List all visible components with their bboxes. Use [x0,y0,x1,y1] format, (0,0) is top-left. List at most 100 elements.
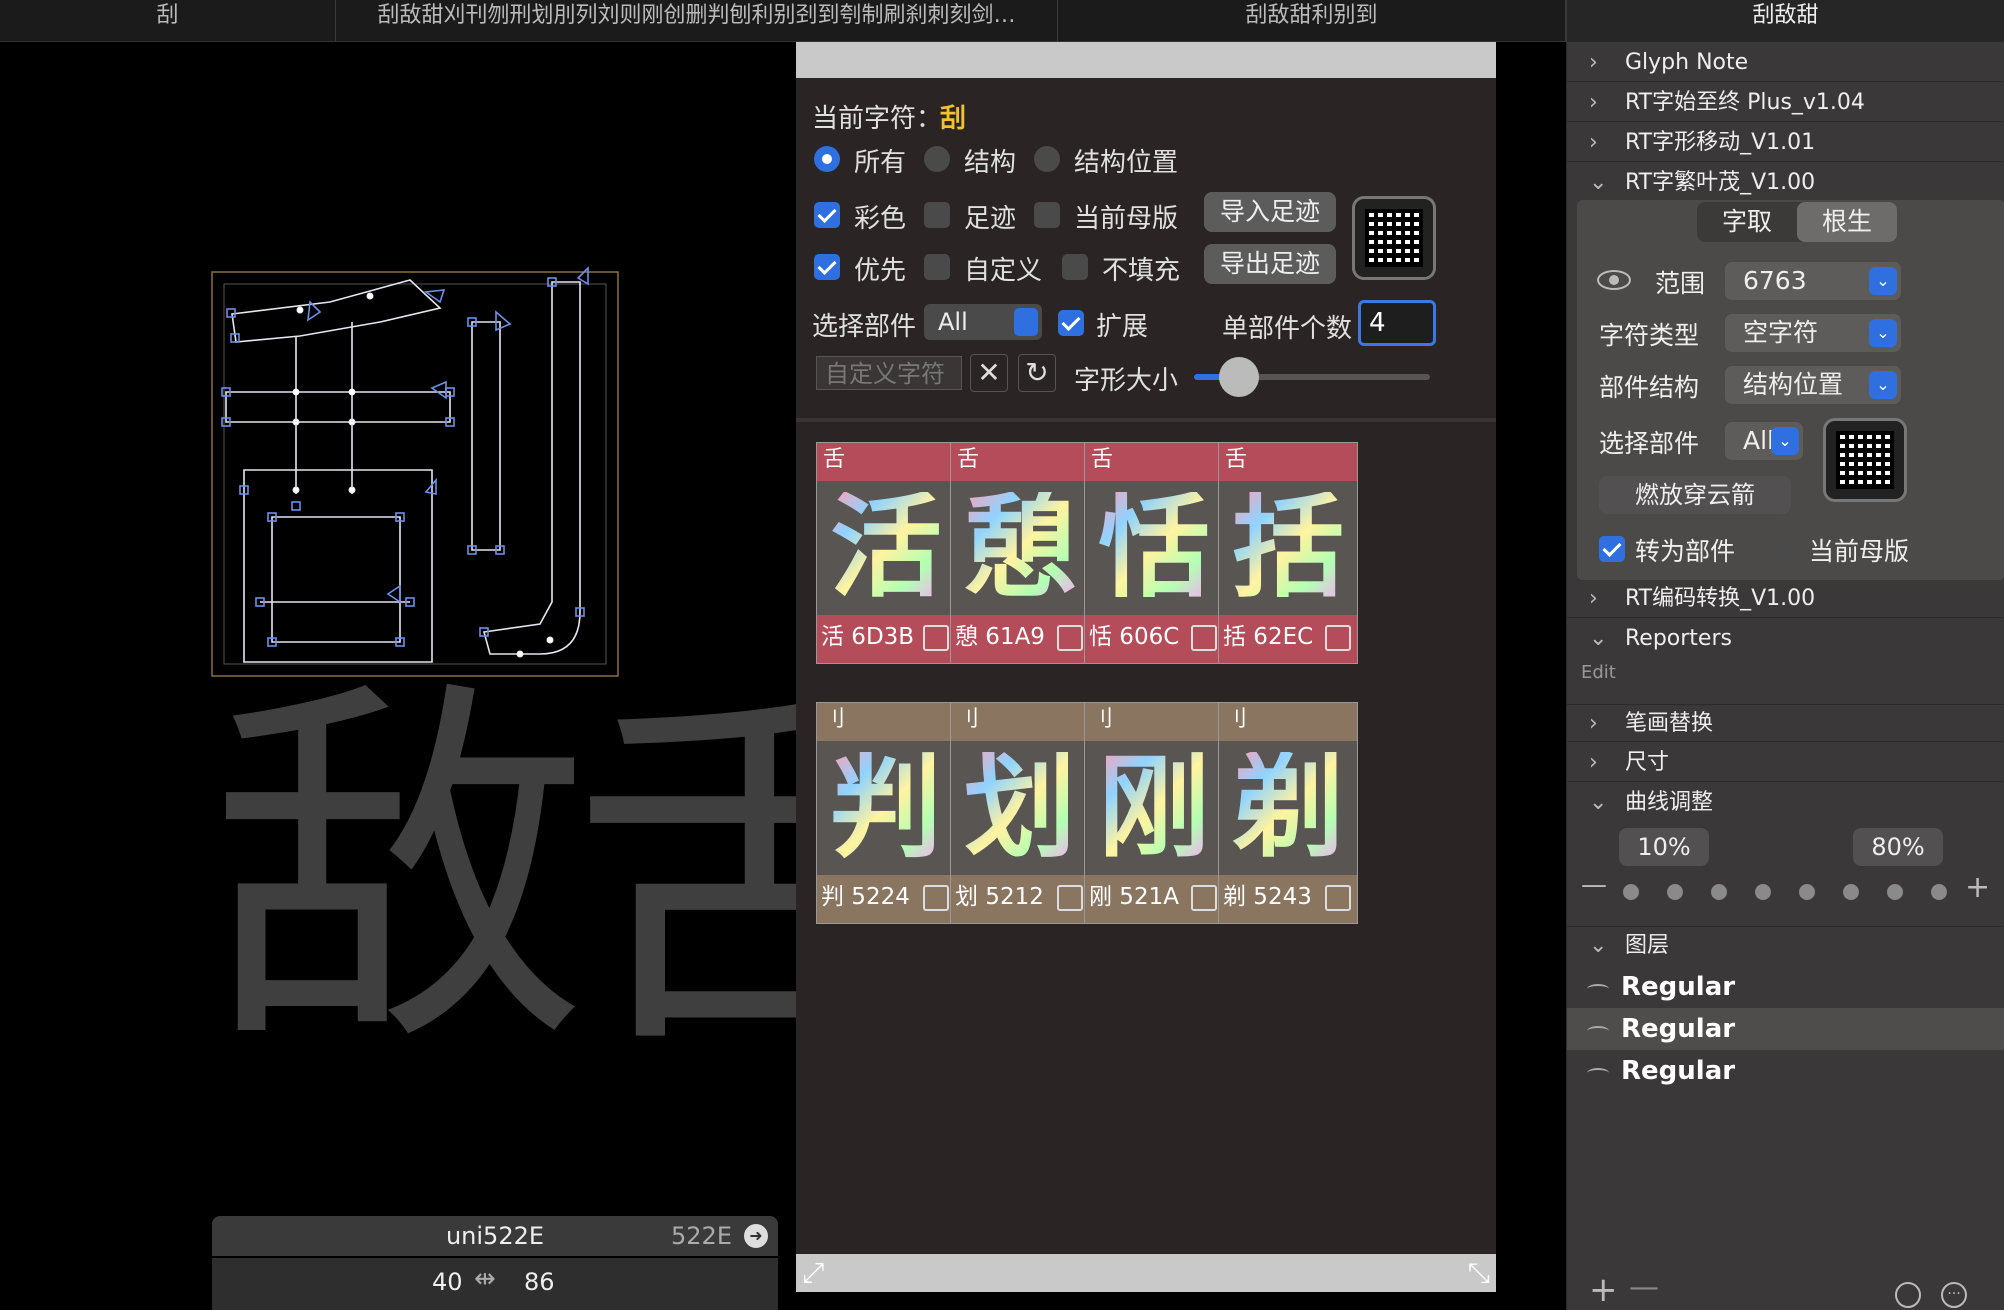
to-part-checkbox[interactable] [1599,536,1625,562]
unicode-field[interactable]: 522E [671,1222,732,1250]
custom-checkbox[interactable] [924,254,950,280]
chevron-right-icon: › [1589,711,1598,736]
reporters-section[interactable]: ⌄ Reporters [1567,620,2004,658]
curve-step-dot[interactable] [1843,884,1859,900]
glyph-outline-editor[interactable] [200,262,640,682]
eye-closed-icon[interactable] [1587,1068,1609,1078]
section-label: 笔画替换 [1625,711,1714,736]
chartype-label: 字符类型 [1599,321,1700,350]
result-card[interactable]: 舌憩憩 61A9 [950,442,1090,664]
resize-right-icon[interactable]: ⤡ [1468,1256,1490,1290]
fire-button[interactable]: 燃放穿云箭 [1599,476,1791,514]
size-section[interactable]: › 尺寸 [1567,744,2004,782]
radio-all[interactable] [814,146,840,172]
layer-row[interactable]: Regular [1567,1050,2004,1092]
tab-gensheng[interactable]: 根生 [1797,202,1897,242]
curve-step-dot[interactable] [1755,884,1771,900]
plugin-rt-start-end[interactable]: › RT字始至终 Plus_v1.04 [1567,84,2004,122]
result-card[interactable]: 刂剃剃 5243 [1218,702,1358,924]
select-part-dropdown[interactable]: All ⌄ [1725,422,1803,460]
layer-row-selected[interactable]: Regular [1567,1008,2004,1050]
metrics-link-icon[interactable]: ⇹ [474,1264,496,1294]
edit-icon[interactable] [1057,625,1083,651]
result-card[interactable]: 刂划划 5212 [950,702,1090,924]
chartype-dropdown[interactable]: 空字符 ⌄ [1725,314,1901,352]
layers-section[interactable]: ⌄ 图层 [1567,926,2004,964]
plugin-rt-move[interactable]: › RT字形移动_V1.01 [1567,124,2004,162]
card-footer: 憩 61A9 [951,615,1089,663]
curve-min-field[interactable]: 10% [1619,828,1709,866]
remove-layer-icon[interactable]: — [1629,1270,1659,1305]
resize-left-icon[interactable]: ⤢ [802,1256,824,1290]
curve-step-dot[interactable] [1887,884,1903,900]
select-part-dropdown[interactable]: All [924,304,1042,340]
curve-step-dot[interactable] [1623,884,1639,900]
edit-icon[interactable] [1057,885,1083,911]
curve-step-dot[interactable] [1711,884,1727,900]
eye-closed-icon[interactable] [1587,984,1609,994]
curve-adjust-section[interactable]: ⌄ 曲线调整 [1567,784,2004,822]
card-code: 憩 61A9 [955,624,1045,650]
layer-row[interactable]: Regular [1567,966,2004,1008]
cur-master-checkbox[interactable] [1773,536,1799,562]
eye-closed-icon[interactable] [1587,1026,1609,1036]
eye-icon[interactable] [1597,270,1631,290]
edit-icon[interactable] [923,625,949,651]
tab-glyph-single[interactable]: 刮 [0,0,336,42]
current-master-checkbox[interactable] [1034,202,1060,228]
color-checkbox[interactable] [814,202,840,228]
cur-master-label: 当前母版 [1809,537,1910,566]
glyph-size-knob[interactable] [1219,357,1259,397]
priority-checkbox[interactable] [814,254,840,280]
count-input[interactable]: 4 [1358,300,1436,346]
curve-max-field[interactable]: 80% [1853,828,1943,866]
result-card[interactable]: 刂刚刚 521A [1084,702,1224,924]
result-card[interactable]: 刂判判 5224 [816,702,956,924]
arrow-right-circle-icon[interactable]: ➜ [744,1224,768,1248]
clear-icon[interactable]: ✕ [970,354,1008,392]
export-footprint-button[interactable]: 导出足迹 [1204,244,1336,284]
more-options-icon[interactable]: ··· [1941,1282,1967,1308]
plugin-label: Glyph Note [1625,50,1749,75]
filter-icon[interactable] [1895,1282,1921,1308]
footprint-checkbox[interactable] [924,202,950,228]
plugin-rt-encode[interactable]: › RT编码转换_V1.00 [1567,580,2004,618]
result-card[interactable]: 舌活活 6D3B [816,442,956,664]
edit-icon[interactable] [1325,625,1351,651]
curve-step-dot[interactable] [1667,884,1683,900]
tab-glyph-list[interactable]: 刮敌甜刈刊刎刑划刖列刘则刚创删判刨利别刭到刳制刷刹刺刻剑… [336,0,1058,42]
lsb-field[interactable]: 40 [432,1268,463,1296]
edit-icon[interactable] [1191,625,1217,651]
range-dropdown[interactable]: 6763 ⌄ [1725,262,1901,300]
tab-ziqu[interactable]: 字取 [1697,202,1797,242]
custom-char-input[interactable]: 自定义字符 [816,356,962,390]
edit-icon[interactable] [1191,885,1217,911]
import-footprint-button[interactable]: 导入足迹 [1204,192,1336,232]
to-part-label: 转为部件 [1635,537,1736,566]
stroke-replace-section[interactable]: › 笔画替换 [1567,704,2004,742]
edit-icon[interactable] [1325,885,1351,911]
radio-structure[interactable] [924,146,950,172]
tab-glyph-short[interactable]: 刮敌甜利别到 [1058,0,1566,42]
panel-titlebar[interactable] [796,42,1496,78]
refresh-icon[interactable]: ↻ [1018,354,1056,392]
add-layer-icon[interactable]: + [1589,1270,1618,1310]
edit-canvas[interactable]: 敌舌 uni522E 522E ➜ 40 ⇹ 86 [0,42,796,1310]
curve-step-dot[interactable] [1931,884,1947,900]
plugin-rt-fanye[interactable]: ⌄ RT字繁叶茂_V1.00 [1567,164,2004,202]
section-label: 曲线调整 [1625,790,1714,815]
curve-step-dot[interactable] [1799,884,1815,900]
result-card[interactable]: 舌恬恬 606C [1084,442,1224,664]
edit-icon[interactable] [923,885,949,911]
glyph-size-slider[interactable] [1194,357,1430,397]
curve-plus-button[interactable]: + [1965,870,1990,905]
result-card[interactable]: 舌括括 62EC [1218,442,1358,664]
plugin-glyph-note[interactable]: › Glyph Note [1567,44,2004,82]
rsb-field[interactable]: 86 [524,1268,555,1296]
expand-checkbox[interactable] [1058,310,1084,336]
no-fill-checkbox[interactable] [1062,254,1088,280]
struct-dropdown[interactable]: 结构位置 ⌄ [1725,366,1901,404]
card-glyph: 剃 [1232,743,1344,873]
curve-minus-button[interactable]: — [1581,870,1607,900]
radio-structure-position[interactable] [1034,146,1060,172]
